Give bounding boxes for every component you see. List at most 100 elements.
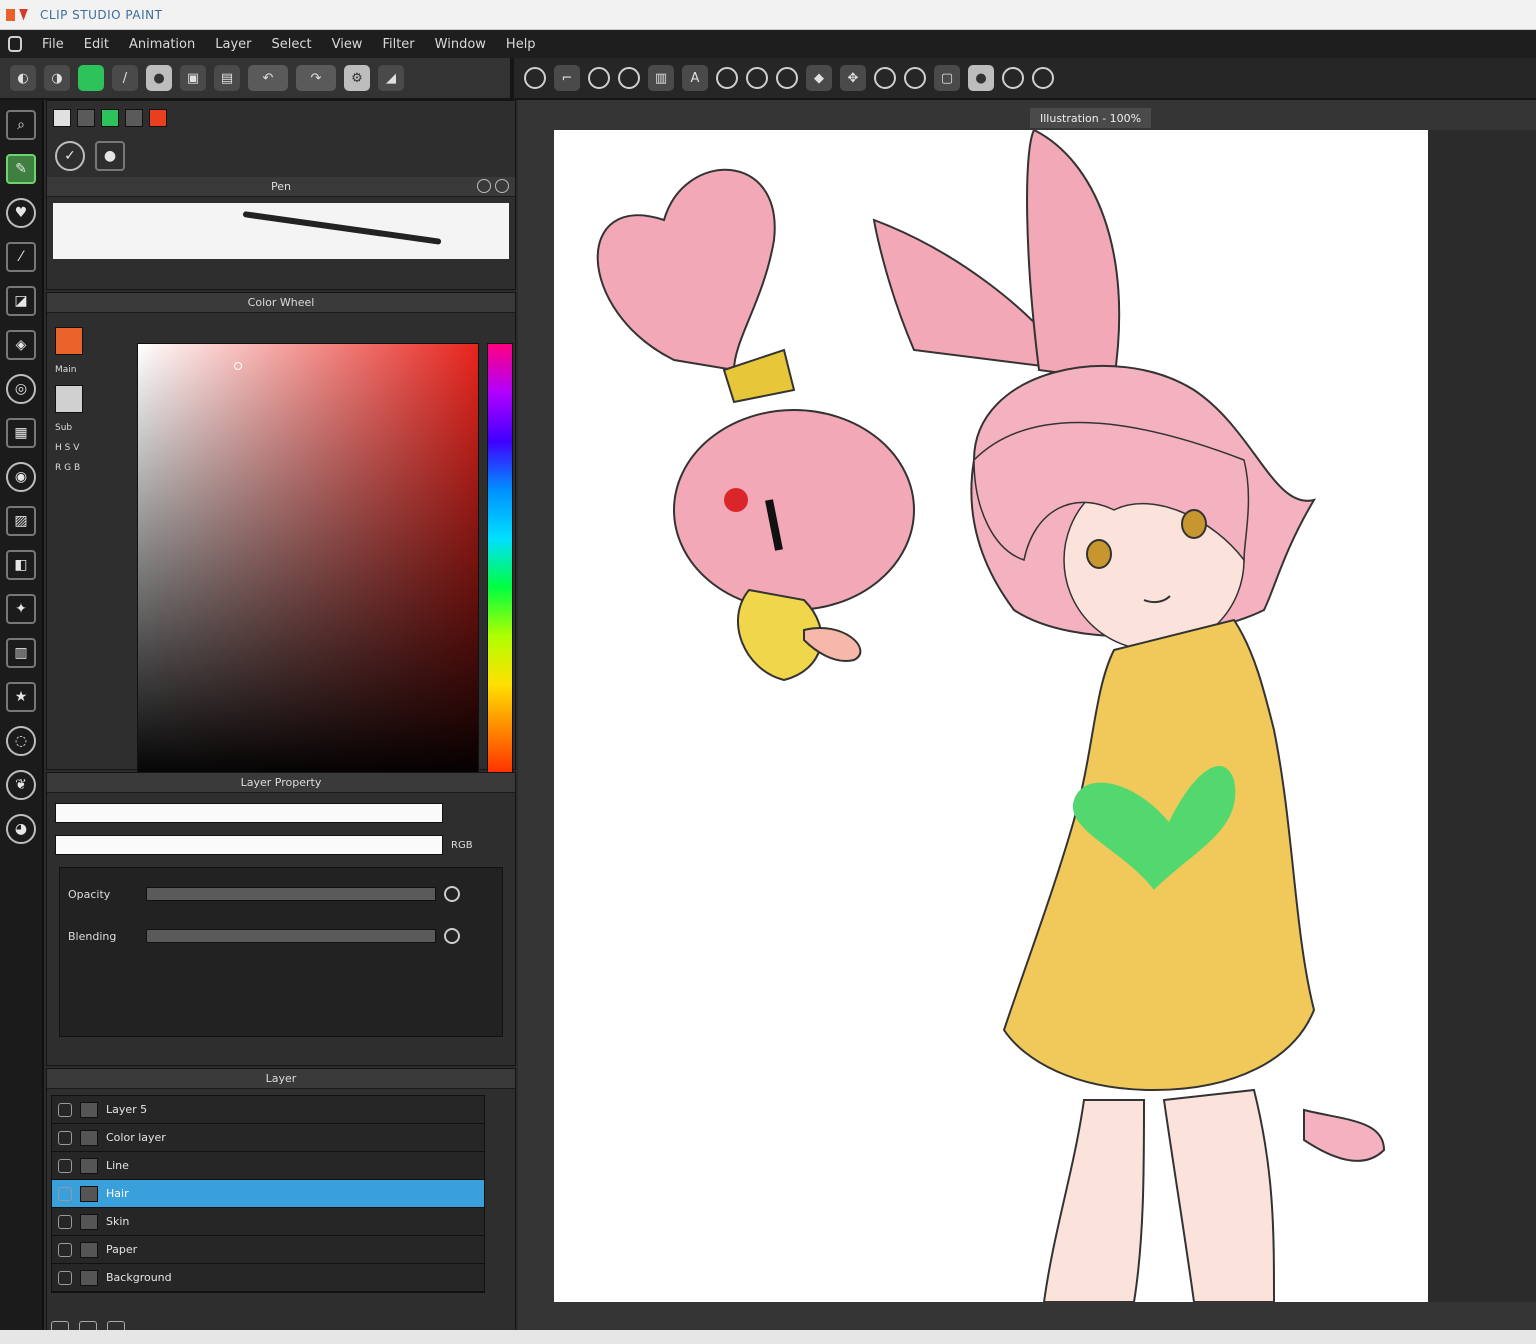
layer-visibility-icon[interactable]	[58, 1130, 72, 1145]
menu-select[interactable]: Select	[271, 37, 311, 52]
sync-icon[interactable]	[1002, 67, 1024, 89]
new-file-icon[interactable]: ◐	[10, 65, 36, 91]
sv-cursor[interactable]	[234, 362, 242, 370]
figure-icon[interactable]: ◆	[806, 65, 832, 91]
tool-blend-icon[interactable]: ◎	[6, 374, 36, 404]
reference-icon[interactable]	[904, 67, 926, 89]
command-bar-left: ◐ ◑ / ● ▣ ▤ ↶ ↷ ⚙ ◢	[0, 58, 514, 98]
check-icon[interactable]: ✓	[55, 141, 85, 171]
text-icon[interactable]: A	[682, 65, 708, 91]
hand-icon[interactable]	[874, 67, 896, 89]
layer-visibility-icon[interactable]	[58, 1186, 72, 1201]
layer-row[interactable]: Hair	[52, 1180, 484, 1208]
layer-name: Paper	[106, 1243, 138, 1256]
fill-icon[interactable]: ▥	[648, 65, 674, 91]
tool-select-icon[interactable]: ▨	[6, 506, 36, 536]
crop-icon[interactable]: ⌐	[554, 65, 580, 91]
color-green-button[interactable]	[78, 65, 104, 91]
menu-view[interactable]: View	[332, 37, 363, 52]
canvas-tab[interactable]: Illustration - 100%	[1030, 108, 1152, 128]
menu-animation[interactable]: Animation	[129, 37, 195, 52]
tool-option-row: ✓ ●	[47, 135, 515, 177]
color-mode-tag[interactable]: RGB	[451, 840, 473, 851]
menu-file[interactable]: File	[42, 37, 64, 52]
blend-slider[interactable]	[146, 929, 436, 943]
tool-move-icon[interactable]: ✦	[6, 594, 36, 624]
blur-icon[interactable]	[746, 67, 768, 89]
layer-name-field[interactable]	[55, 803, 443, 823]
menu-window[interactable]: Window	[435, 37, 486, 52]
swatch-2[interactable]	[101, 109, 119, 127]
opacity-knob-icon[interactable]	[444, 886, 460, 902]
layer-row[interactable]: Layer 5	[52, 1096, 484, 1124]
layer-visibility-icon[interactable]	[58, 1158, 72, 1173]
flip-icon[interactable]	[1032, 67, 1054, 89]
tool-text-icon[interactable]: ◉	[6, 462, 36, 492]
frame-icon[interactable]: ▢	[934, 65, 960, 91]
menu-layer[interactable]: Layer	[215, 37, 251, 52]
tool-brush-icon[interactable]: ⁄	[6, 242, 36, 272]
panel-close-icon[interactable]	[495, 179, 509, 193]
menu-help[interactable]: Help	[506, 37, 536, 52]
color-circle-icon[interactable]: ●	[968, 65, 994, 91]
layer-row[interactable]: Line	[52, 1152, 484, 1180]
layer-row[interactable]: Background	[52, 1264, 484, 1292]
brush-tip-icon[interactable]: ●	[95, 141, 125, 171]
tool-star-icon[interactable]: ★	[6, 682, 36, 712]
layer-row[interactable]: Paper	[52, 1236, 484, 1264]
layer-row[interactable]: Skin	[52, 1208, 484, 1236]
eyedropper-icon[interactable]	[716, 67, 738, 89]
layer-icon[interactable]: ▤	[214, 65, 240, 91]
tool-rotate-icon[interactable]: ◌	[6, 726, 36, 756]
swatch-4[interactable]	[149, 109, 167, 127]
tool-eraser-icon[interactable]: ◪	[6, 286, 36, 316]
tool-ruler-icon[interactable]: ▥	[6, 638, 36, 668]
settings-icon[interactable]: ⚙	[344, 65, 370, 91]
tool-fill-icon[interactable]: ◈	[6, 330, 36, 360]
ruler-icon[interactable]: ◢	[378, 65, 404, 91]
hue-slider[interactable]	[487, 343, 513, 783]
layer-property-title: Layer Property	[240, 776, 322, 789]
swatch-1[interactable]	[77, 109, 95, 127]
move-icon[interactable]: ✥	[840, 65, 866, 91]
pen-icon[interactable]: /	[112, 65, 138, 91]
swatch-3[interactable]	[125, 109, 143, 127]
tool-zoom-icon[interactable]: ⌕	[6, 110, 36, 140]
menu-edit[interactable]: Edit	[84, 37, 109, 52]
tool-leaf-icon[interactable]: ❦	[6, 770, 36, 800]
brush-icon[interactable]: ●	[146, 65, 172, 91]
canvas-sheet[interactable]	[554, 130, 1428, 1302]
lasso-icon[interactable]	[588, 67, 610, 89]
panel-menu-icon[interactable]	[477, 179, 491, 193]
sub-color-chip[interactable]	[55, 385, 83, 413]
layer-name: Layer 5	[106, 1103, 148, 1116]
layer-visibility-icon[interactable]	[58, 1214, 72, 1229]
saturation-value-field[interactable]	[137, 343, 479, 783]
layer-color-field[interactable]	[55, 835, 443, 855]
layer-visibility-icon[interactable]	[58, 1102, 72, 1117]
blend-knob-icon[interactable]	[444, 928, 460, 944]
layer-visibility-icon[interactable]	[58, 1270, 72, 1285]
undo-icon[interactable]: ↶	[248, 65, 288, 91]
tool-pen-icon[interactable]: ✎	[6, 154, 36, 184]
color-label-rgb[interactable]: R G B	[55, 463, 95, 473]
main-color-chip[interactable]	[55, 327, 83, 355]
swatch-0[interactable]	[53, 109, 71, 127]
opacity-slider[interactable]	[146, 887, 436, 901]
app-menu-icon[interactable]	[8, 36, 22, 52]
color-label-hsv[interactable]: H S V	[55, 443, 95, 453]
layer-visibility-icon[interactable]	[58, 1242, 72, 1257]
layer-row[interactable]: Color layer	[52, 1124, 484, 1152]
tool-gradient-icon[interactable]: ▦	[6, 418, 36, 448]
redo-icon[interactable]: ↷	[296, 65, 336, 91]
open-file-icon[interactable]: ◑	[44, 65, 70, 91]
tool-heart-icon[interactable]: ♥	[6, 198, 36, 228]
save-icon[interactable]: ▣	[180, 65, 206, 91]
tool-lasso-icon[interactable]: ◧	[6, 550, 36, 580]
zoom-icon[interactable]	[524, 67, 546, 89]
rotate-icon[interactable]	[618, 67, 640, 89]
tool-eye-icon[interactable]: ◕	[6, 814, 36, 844]
layer-list: Layer 5 Color layer Line Hair Skin Paper Backg…	[51, 1095, 485, 1293]
smudge-icon[interactable]	[776, 67, 798, 89]
menu-filter[interactable]: Filter	[382, 37, 414, 52]
